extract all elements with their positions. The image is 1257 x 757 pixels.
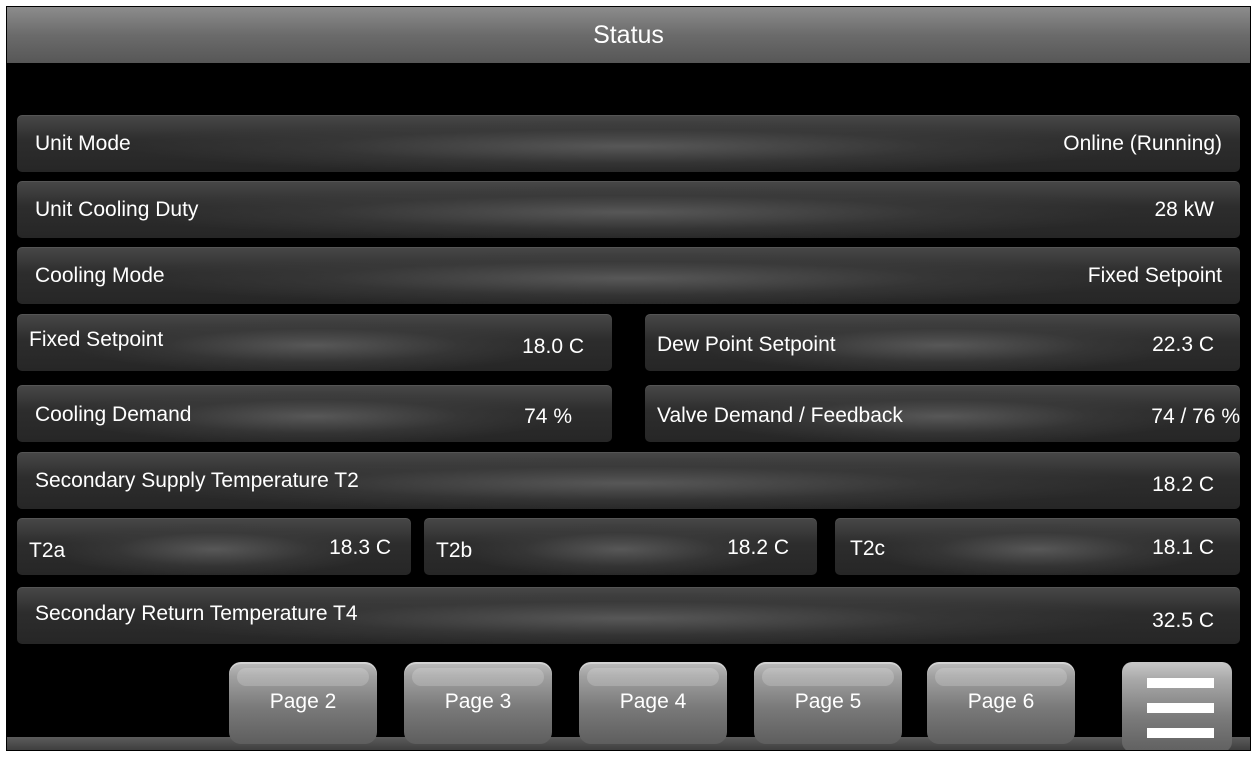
t2b-row: T2b 18.2 C — [424, 518, 817, 575]
status-screen: Status Unit Mode Online (Running) Unit C… — [6, 6, 1251, 751]
t2c-value: 18.1 C — [1152, 536, 1214, 559]
page-4-button[interactable]: Page 4 — [579, 662, 727, 744]
cooling-mode-value: Fixed Setpoint — [1087, 264, 1222, 287]
page-6-button[interactable]: Page 6 — [927, 662, 1075, 744]
t2b-label: T2b — [436, 539, 473, 562]
dew-point-setpoint-row: Dew Point Setpoint 22.3 C — [645, 314, 1240, 371]
t2a-row: T2a 18.3 C — [17, 518, 411, 575]
t2b-value: 18.2 C — [727, 536, 789, 559]
t2c-row: T2c 18.1 C — [835, 518, 1240, 575]
dew-point-setpoint-label: Dew Point Setpoint — [657, 333, 836, 356]
valve-demand-feedback-label: Valve Demand / Feedback — [657, 404, 903, 427]
secondary-return-t4-label: Secondary Return Temperature T4 — [35, 602, 358, 625]
secondary-supply-t2-value: 18.2 C — [1152, 473, 1214, 496]
dew-point-setpoint-value: 22.3 C — [1152, 333, 1214, 356]
unit-mode-label: Unit Mode — [35, 132, 131, 155]
cooling-mode-row: Cooling Mode Fixed Setpoint — [17, 247, 1240, 304]
secondary-return-t4-value: 32.5 C — [1152, 609, 1214, 632]
page-2-button[interactable]: Page 2 — [229, 662, 377, 744]
unit-cooling-duty-value: 28 kW — [1154, 198, 1214, 221]
secondary-supply-t2-row: Secondary Supply Temperature T2 18.2 C — [17, 452, 1240, 509]
cooling-demand-label: Cooling Demand — [35, 403, 192, 426]
t2a-label: T2a — [29, 539, 66, 562]
cooling-mode-label: Cooling Mode — [35, 264, 165, 287]
unit-mode-value: Online (Running) — [1063, 132, 1222, 155]
page-3-button[interactable]: Page 3 — [404, 662, 552, 744]
fixed-setpoint-value: 18.0 C — [522, 335, 584, 358]
menu-button[interactable] — [1122, 662, 1232, 750]
unit-cooling-duty-label: Unit Cooling Duty — [35, 198, 199, 221]
secondary-supply-t2-label: Secondary Supply Temperature T2 — [35, 469, 359, 492]
fixed-setpoint-label: Fixed Setpoint — [29, 328, 164, 351]
page-title: Status — [7, 7, 1250, 63]
fixed-setpoint-row: Fixed Setpoint 18.0 C — [17, 314, 612, 371]
valve-demand-feedback-row: Valve Demand / Feedback 74 / 76 % — [645, 385, 1240, 442]
valve-demand-feedback-value: 74 / 76 % — [1151, 405, 1240, 428]
t2a-value: 18.3 C — [329, 536, 391, 559]
page-5-button[interactable]: Page 5 — [754, 662, 902, 744]
cooling-demand-row: Cooling Demand 74 % — [17, 385, 612, 442]
secondary-return-t4-row: Secondary Return Temperature T4 32.5 C — [17, 587, 1240, 644]
t2c-label: T2c — [850, 537, 886, 560]
cooling-demand-value: 74 % — [524, 405, 572, 428]
unit-mode-row: Unit Mode Online (Running) — [17, 115, 1240, 172]
unit-cooling-duty-row: Unit Cooling Duty 28 kW — [17, 181, 1240, 238]
